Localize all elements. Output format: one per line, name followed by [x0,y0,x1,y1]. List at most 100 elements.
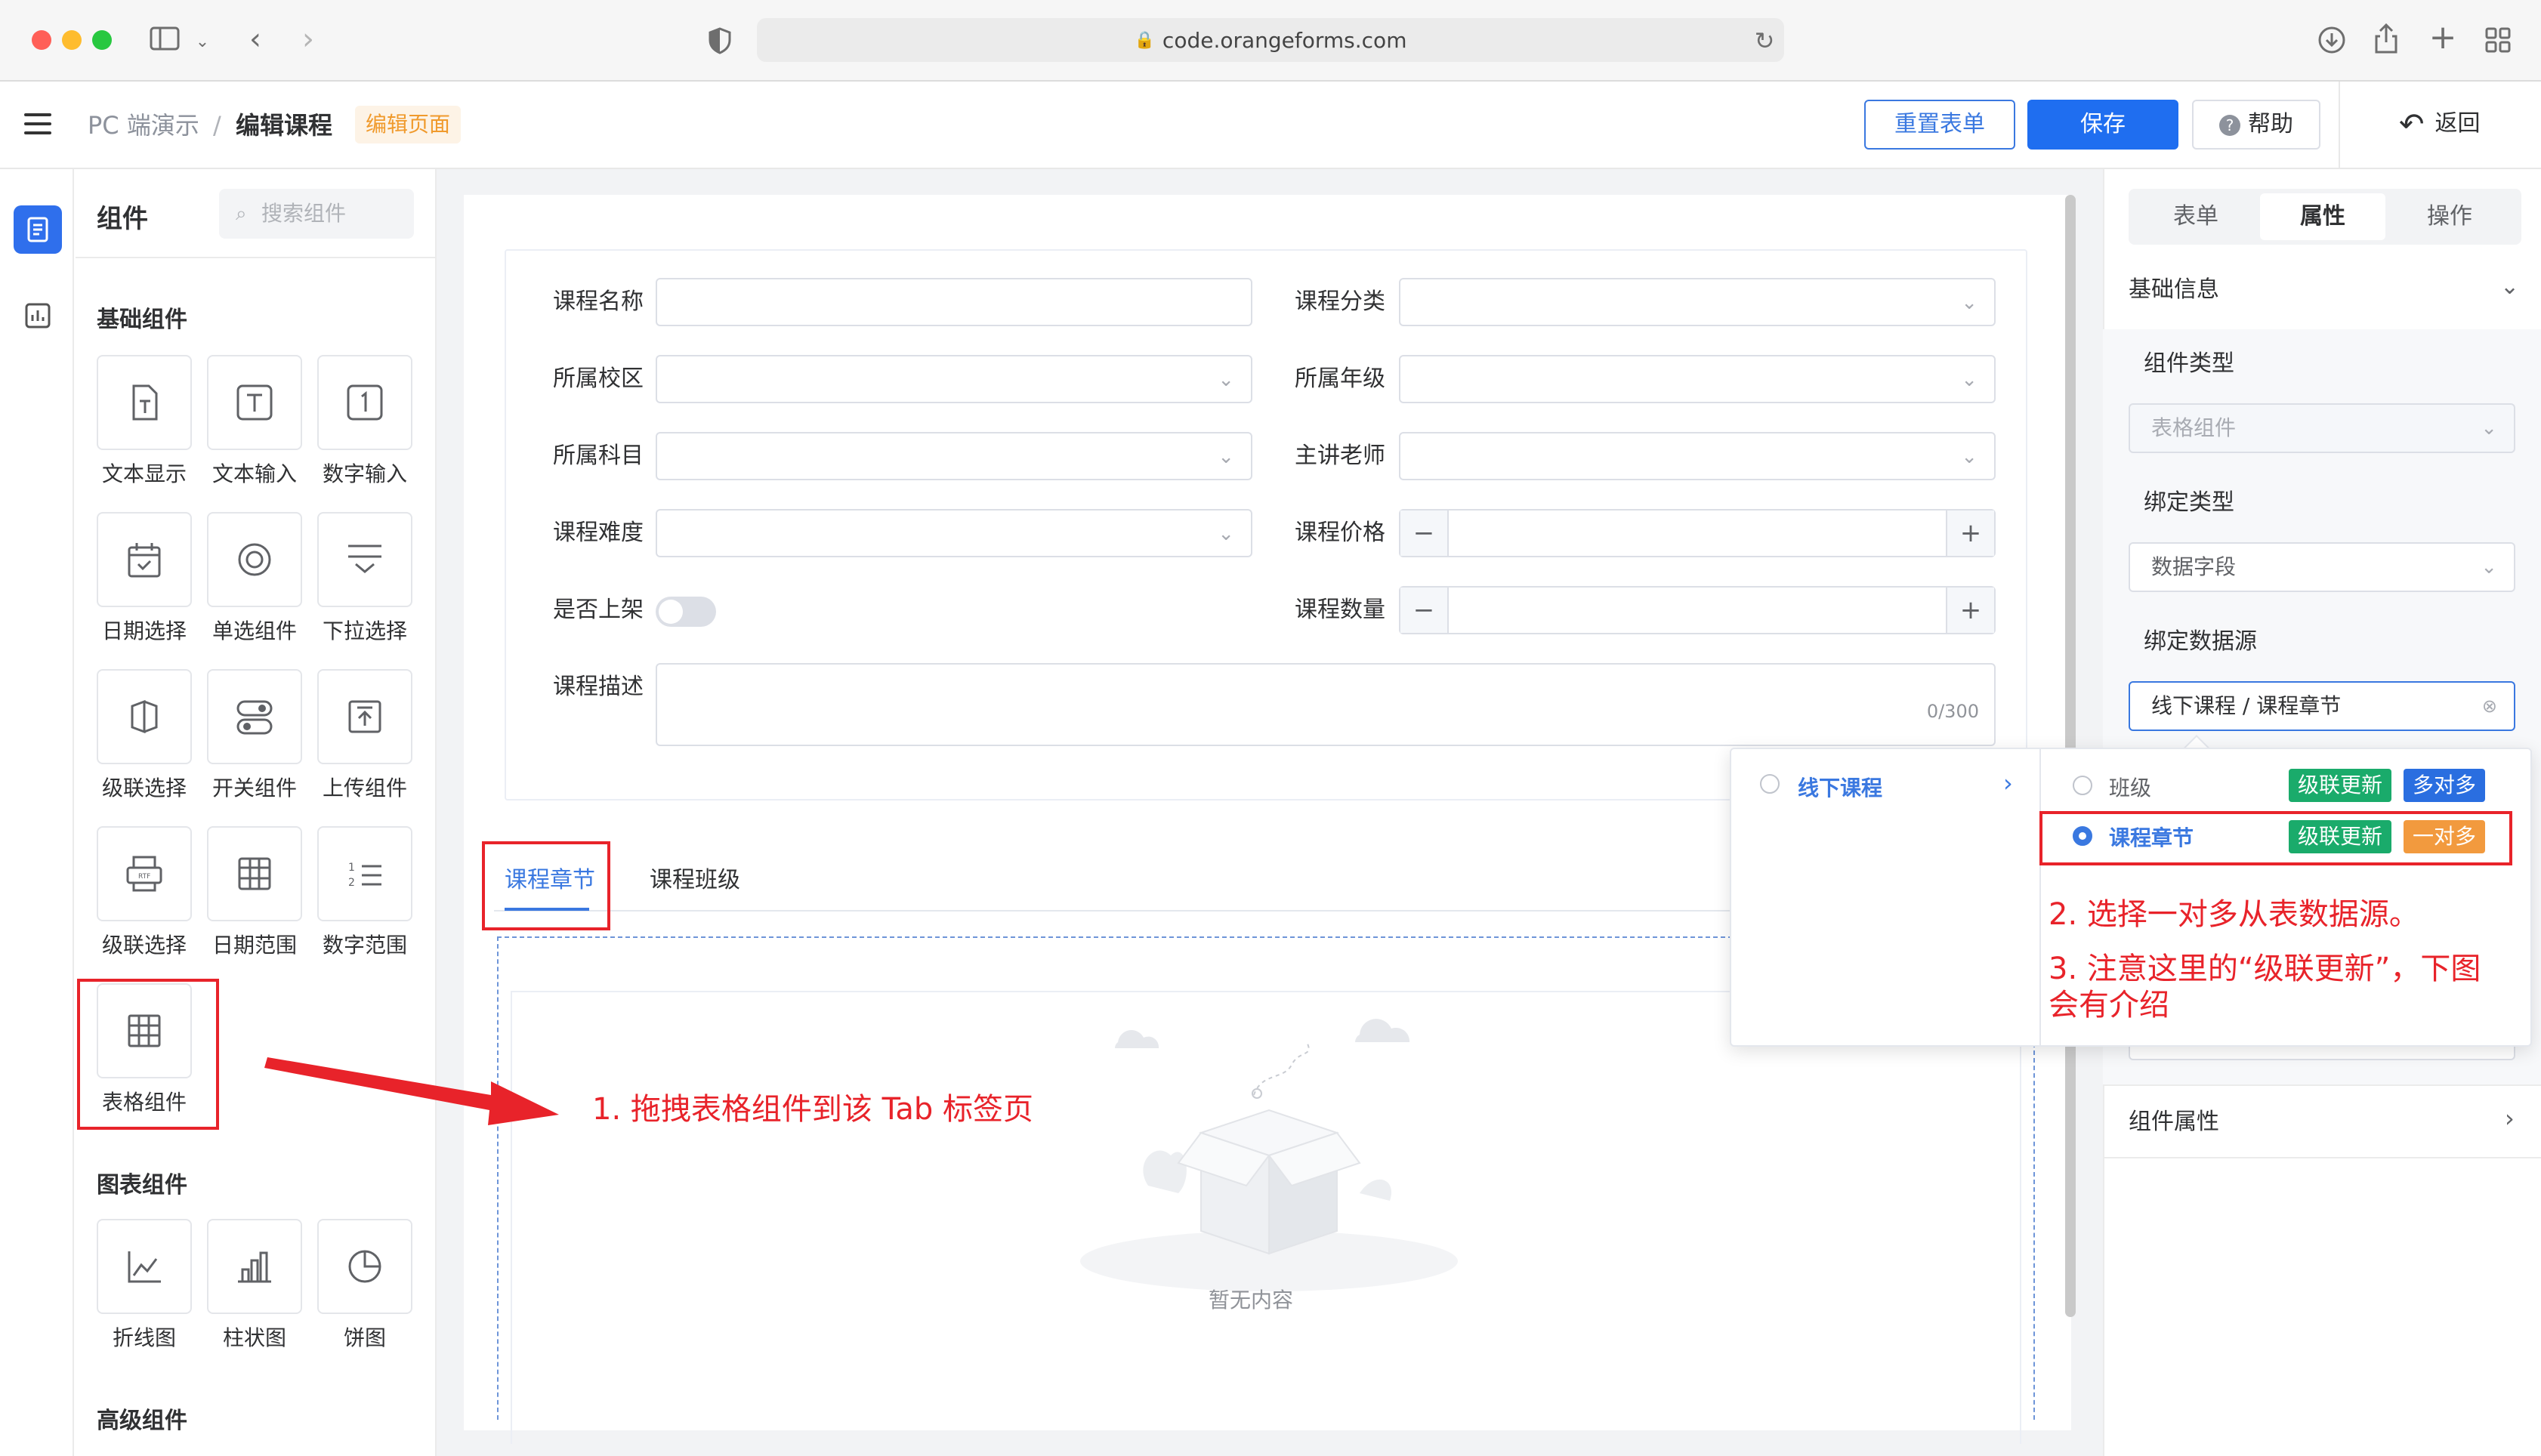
download-icon[interactable] [2317,26,2346,57]
chevron-down-icon[interactable]: ⌄ [2500,273,2519,300]
breadcrumb-parent[interactable]: PC 端演示 [88,110,199,140]
component-tile-text-input[interactable] [207,355,302,450]
help-button[interactable]: ? 帮助 [2192,100,2320,150]
component-tile-date-picker[interactable] [97,512,192,607]
component-tile-date-range[interactable] [207,826,302,921]
component-tile-rich-text[interactable]: RTF [97,826,192,921]
course-category-select[interactable]: ⌄ [1399,278,1996,326]
lock-icon: 🔒 [1134,30,1155,50]
chevron-right-icon[interactable]: › [2505,1104,2515,1133]
clear-icon[interactable]: ⊗ [2482,695,2497,717]
back-button[interactable]: ↶ 返回 [2399,106,2481,143]
number-input-icon [347,384,383,421]
component-tile-line-chart[interactable] [97,1219,192,1314]
reset-form-button[interactable]: 重置表单 [1864,100,2015,150]
switch-knob [659,600,683,624]
chevron-down-icon: ⌄ [2481,556,2497,578]
breadcrumb-current: 编辑课程 [236,111,333,140]
cascader-radio[interactable] [2073,776,2092,795]
bind-type-select[interactable]: 数据字段 ⌄ [2129,542,2515,592]
cascader-option-offline-course[interactable]: 线下课程 [1798,772,1882,802]
url-text: code.orangeforms.com [1162,27,1407,53]
price-label: 课程价格 [1295,520,1385,546]
shield-icon[interactable] [709,27,731,57]
tile-label: 日期范围 [211,933,297,958]
share-icon[interactable] [2373,23,2399,57]
description-textarea[interactable]: 0/300 [656,663,1996,746]
radio-icon [238,543,271,576]
chevron-down-icon: ⌄ [2481,417,2497,440]
component-tile-radio[interactable] [207,512,302,607]
tab-properties[interactable]: 属性 [2260,193,2385,240]
empty-state-text: 暂无内容 [1209,1288,1294,1313]
panel-divider [2103,1157,2541,1158]
campus-select[interactable]: ⌄ [656,355,1252,403]
reload-icon[interactable]: ↻ [1749,26,1780,56]
component-props-heading[interactable]: 组件属性 [2129,1107,2219,1137]
annotation-arrow [264,1057,559,1125]
component-tile-number-range[interactable]: 12 [317,826,412,921]
grade-select[interactable]: ⌄ [1399,355,1996,403]
teacher-select[interactable]: ⌄ [1399,432,1996,480]
component-tile-upload[interactable] [317,669,412,764]
tile-label: 柱状图 [222,1325,286,1350]
bind-type-label: 绑定类型 [2144,489,2234,516]
sidebar-toggle-icon[interactable] [148,26,181,57]
save-button[interactable]: 保存 [2027,100,2178,150]
search-placeholder: 搜索组件 [261,201,347,226]
tile-label: 数字范围 [322,933,407,958]
component-tile-cascader[interactable] [97,669,192,764]
minimize-window-button[interactable] [62,30,82,50]
description-counter: 0/300 [1926,701,1979,722]
menu-icon[interactable] [24,113,51,136]
quantity-number-input[interactable]: − + [1399,586,1996,634]
course-name-input[interactable] [656,278,1252,326]
component-tile-text-display[interactable] [97,355,192,450]
report-designer-icon[interactable] [14,292,62,340]
component-type-label: 组件类型 [2144,350,2234,377]
component-tile-switch[interactable] [207,669,302,764]
component-tile-pie-chart[interactable] [317,1219,412,1314]
cascader-option-class[interactable]: 班级 [2109,772,2151,802]
tab-actions[interactable]: 操作 [2387,193,2512,240]
on-sale-label: 是否上架 [553,597,644,623]
chevron-right-icon: › [2003,769,2013,797]
bind-source-label: 绑定数据源 [2144,628,2257,655]
price-number-input[interactable]: − + [1399,509,1996,557]
bind-source-cascader[interactable]: 线下课程 / 课程章节 ⊗ [2129,681,2515,731]
cascader-radio[interactable] [1760,774,1780,794]
bar-chart-icon [238,1251,271,1283]
form-designer-icon[interactable] [14,205,62,254]
chevron-down-icon: ⌄ [1961,292,1978,314]
price-decrease-button[interactable]: − [1400,511,1449,556]
component-tile-number-input[interactable] [317,355,412,450]
tab-form[interactable]: 表单 [2133,193,2258,240]
component-type-select: 表格组件 ⌄ [2129,403,2515,453]
maximize-window-button[interactable] [92,30,112,50]
search-icon: ⌕ [236,202,247,225]
back-nav-icon[interactable]: ‹ [240,24,270,54]
chevron-down-icon: ⌄ [1961,446,1978,468]
quantity-increase-button[interactable]: + [1946,588,1994,633]
price-increase-button[interactable]: + [1946,511,1994,556]
header-divider [2339,82,2340,169]
subject-select[interactable]: ⌄ [656,432,1252,480]
close-window-button[interactable] [32,30,51,50]
cascader-icon [131,699,158,734]
new-tab-icon[interactable]: + [2428,21,2458,54]
component-search-input[interactable]: ⌕ 搜索组件 [219,189,414,239]
tab-course-classes[interactable]: 课程班级 [650,865,740,896]
text-display-icon [132,384,158,421]
forward-nav-icon[interactable]: › [293,24,323,54]
address-bar[interactable]: 🔒 code.orangeforms.com [757,18,1784,62]
tab-overview-icon[interactable] [2485,27,2511,56]
component-tile-dropdown[interactable] [317,512,412,607]
basic-info-heading[interactable]: 基础信息 [2129,275,2219,305]
chevron-down-icon[interactable]: ⌄ [193,27,211,57]
difficulty-select[interactable]: ⌄ [656,509,1252,557]
quantity-decrease-button[interactable]: − [1400,588,1449,633]
on-sale-switch[interactable] [656,597,716,627]
chevron-down-icon: ⌄ [1961,369,1978,391]
component-tile-bar-chart[interactable] [207,1219,302,1314]
advanced-components-heading: 高级组件 [97,1408,187,1434]
